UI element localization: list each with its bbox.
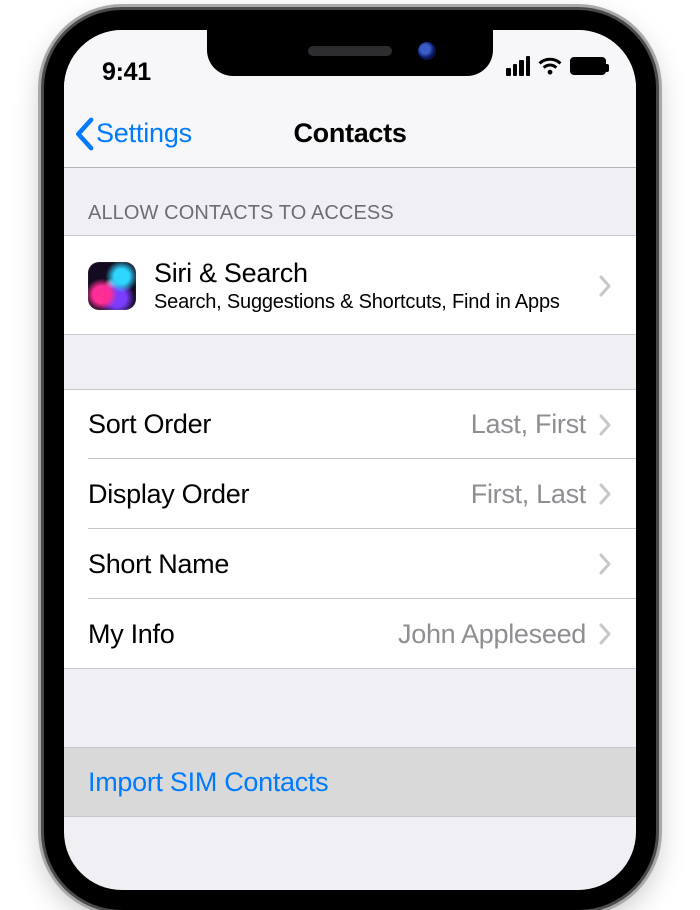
- nav-title: Contacts: [64, 118, 636, 149]
- chevron-right-icon: [598, 622, 612, 646]
- status-right: [506, 56, 606, 76]
- row-sort-order[interactable]: Sort Order Last, First: [64, 389, 636, 459]
- siri-subtitle: Search, Suggestions & Shortcuts, Find in…: [154, 291, 560, 314]
- row-value: John Appleseed: [398, 619, 586, 650]
- screen: 9:41 Settings: [64, 30, 636, 890]
- group-gap: [64, 669, 636, 747]
- row-label: Short Name: [88, 549, 229, 580]
- row-label: Import SIM Contacts: [88, 767, 328, 798]
- phone-frame: 9:41 Settings: [44, 10, 656, 910]
- chevron-right-icon: [598, 413, 612, 437]
- cellular-signal-icon: [506, 56, 530, 76]
- row-my-info[interactable]: My Info John Appleseed: [64, 599, 636, 669]
- nav-bar: Settings Contacts: [64, 100, 636, 168]
- siri-icon: [88, 262, 136, 310]
- notch: [207, 30, 493, 76]
- row-value: First, Last: [471, 479, 586, 510]
- front-camera: [418, 42, 436, 60]
- row-label: Sort Order: [88, 409, 211, 440]
- row-import-sim-contacts[interactable]: Import SIM Contacts: [64, 747, 636, 817]
- siri-text: Siri & Search Search, Suggestions & Shor…: [154, 246, 560, 326]
- speaker-grille: [308, 46, 392, 56]
- row-label: My Info: [88, 619, 174, 650]
- wifi-icon: [538, 56, 562, 76]
- battery-icon: [570, 57, 606, 75]
- chevron-right-icon: [598, 552, 612, 576]
- chevron-right-icon: [598, 274, 612, 298]
- chevron-right-icon: [598, 482, 612, 506]
- row-value: Last, First: [471, 409, 586, 440]
- power-button[interactable]: [656, 250, 662, 390]
- row-short-name[interactable]: Short Name: [64, 529, 636, 599]
- row-siri-search[interactable]: Siri & Search Search, Suggestions & Shor…: [64, 235, 636, 335]
- siri-title: Siri & Search: [154, 258, 560, 289]
- section-header-access: ALLOW CONTACTS TO ACCESS: [64, 168, 636, 235]
- group-gap: [64, 335, 636, 389]
- row-label: Display Order: [88, 479, 249, 510]
- status-time: 9:41: [102, 58, 151, 87]
- row-display-order[interactable]: Display Order First, Last: [64, 459, 636, 529]
